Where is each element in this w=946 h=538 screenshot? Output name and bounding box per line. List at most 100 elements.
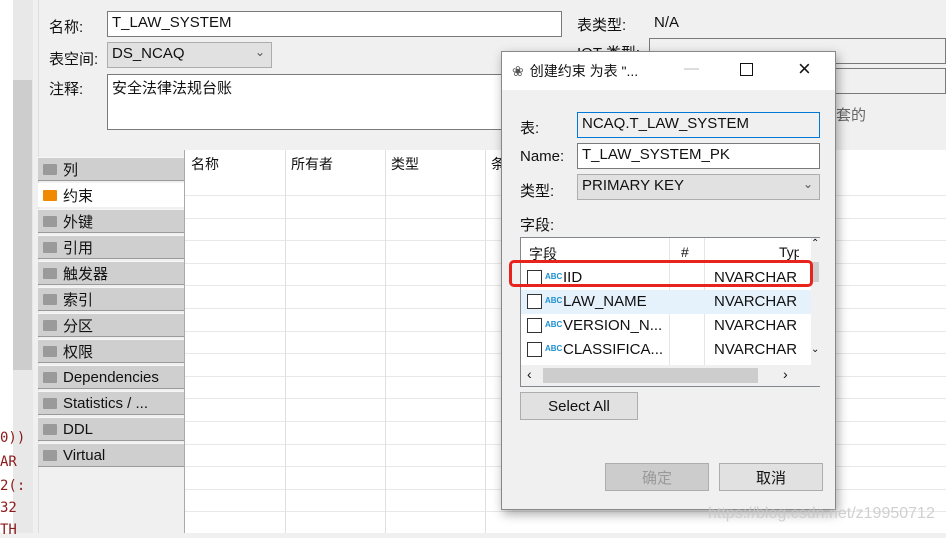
constraint-name-input[interactable]: T_LAW_SYSTEM_PK [577,143,820,169]
nav-item-label: 分区 [63,317,94,335]
table-type-label: 表类型: [577,17,627,34]
nav-item[interactable]: Dependencies [38,365,184,389]
folder-icon [43,267,57,279]
nav-item[interactable]: 引用 [38,235,184,259]
chevron-down-icon: ⌄ [802,177,813,191]
nav-item[interactable]: 约束 [38,183,184,207]
scroll-left-icon[interactable]: ‹ [527,366,532,382]
table-label: 表: [520,120,540,137]
field-checkbox[interactable] [527,318,542,333]
field-row[interactable]: ABC VERSION_N... NVARCHAR [521,314,811,338]
folder-icon [43,293,57,305]
field-type: NVARCHAR [714,293,798,310]
field-name: VERSION_N... [563,317,663,334]
ok-button[interactable]: 确定 [605,463,709,491]
field-checkbox[interactable] [527,342,542,357]
info-icon [43,397,57,409]
watermark: https://blog.csdn.net/z19950712 [708,505,935,522]
tablespace-label: 表空间: [49,51,99,68]
field-type: NVARCHAR [714,341,798,358]
nav-item[interactable]: 外键 [38,209,184,233]
column-header: 名称 [191,156,219,172]
nav-item[interactable]: Virtual [38,443,184,467]
dialog-titlebar: ❀ 创建约束 为表 "... — × [502,52,835,90]
nav-item[interactable]: 权限 [38,339,184,363]
string-type-icon: ABC [545,344,563,353]
constraint-name-label: Name: [520,148,565,165]
editor-nav: 列约束外键引用触发器索引分区权限 Dependencies Statistics /… [38,157,184,469]
field-checkbox[interactable] [527,294,542,309]
grid-line [385,150,386,533]
nav-item-label: Virtual [63,446,106,464]
create-constraint-dialog: ❀ 创建约束 为表 "... — × 表: NCAQ.T_LAW_SYSTEM … [501,51,836,510]
chevron-down-icon: ⌄ [254,45,265,59]
nav-item-label: 权限 [63,343,94,361]
key-icon [43,345,57,357]
tablespace-select[interactable]: DS_NCAQ ⌄ [107,42,272,68]
cancel-button[interactable]: 取消 [719,463,823,491]
comment-textarea[interactable]: 安全法律法规台账 [107,74,527,130]
column-header: 类型 [391,156,419,172]
hscroll-thumb[interactable] [543,368,758,383]
scroll-up-icon[interactable]: ⌃ [811,238,819,249]
horizontal-scrollbar[interactable]: ‹ › [521,365,820,386]
constraint-type-select[interactable]: PRIMARY KEY ⌄ [577,174,820,200]
folder-icon [43,241,57,253]
minimize-icon[interactable]: — [684,60,699,77]
code-fragment: 32 [0,500,17,516]
fields-label: 字段: [520,217,555,234]
nav-item-label: 列 [63,161,79,179]
column-header: 所有者 [291,156,333,172]
column-header-index: # [681,244,689,260]
nav-item-label: 引用 [63,239,94,257]
folder-icon [43,215,57,227]
nav-item-label: 索引 [63,291,94,309]
name-label: 名称: [49,19,84,36]
nav-item[interactable]: DDL [38,417,184,441]
table-name-input[interactable]: T_LAW_SYSTEM [107,11,562,37]
grid-line [285,150,286,533]
maximize-icon[interactable] [740,63,753,76]
scroll-thumb[interactable] [812,262,819,282]
grid-line [485,150,486,533]
code-fragment: 2(: [0,478,26,494]
constraint-icon [43,189,57,201]
table-input[interactable]: NCAQ.T_LAW_SYSTEM [577,112,820,138]
field-type: NVARCHAR [714,317,798,334]
comment-label: 注释: [49,81,84,98]
ddl-icon [43,423,57,435]
nav-item-label: Dependencies [63,368,159,386]
nav-item[interactable]: 分区 [38,313,184,337]
columns-icon [43,163,57,175]
virtual-icon [43,449,57,461]
table-type-value: N/A [654,14,680,31]
nav-item[interactable]: 列 [38,157,184,181]
nav-item[interactable]: 触发器 [38,261,184,285]
nav-item[interactable]: 索引 [38,287,184,311]
nav-item-label: 外键 [63,213,94,231]
field-row[interactable]: ABC LAW_NAME NVARCHAR [521,290,811,314]
field-row[interactable]: ABC CLASSIFICA... NVARCHAR [521,338,811,362]
field-name: LAW_NAME [563,293,647,310]
highlight-box [509,260,813,287]
partial-label: 套的 [836,107,867,124]
code-fragment: AR [0,454,17,470]
scroll-down-icon[interactable]: ⌄ [811,344,819,355]
code-fragment: 0)) [0,430,26,446]
string-type-icon: ABC [545,296,563,305]
scroll-right-icon[interactable]: › [783,366,788,382]
folder-icon [43,319,57,331]
scrollbar-thumb[interactable] [13,80,32,370]
dialog-title: 创建约束 为表 "... [529,63,639,79]
string-type-icon: ABC [545,320,563,329]
nav-item[interactable]: Statistics / ... [38,391,184,415]
field-name: CLASSIFICA... [563,341,664,358]
column-header-type: Typ [779,244,799,260]
close-icon[interactable]: × [798,56,811,82]
nav-item-label: Statistics / ... [63,394,149,412]
select-all-button[interactable]: Select All [520,392,638,420]
vertical-scrollbar[interactable]: ⌃ ⌄ [811,238,820,365]
app-icon: ❀ [512,62,524,79]
folder-icon [43,371,57,383]
code-fragment: TH [0,522,17,538]
